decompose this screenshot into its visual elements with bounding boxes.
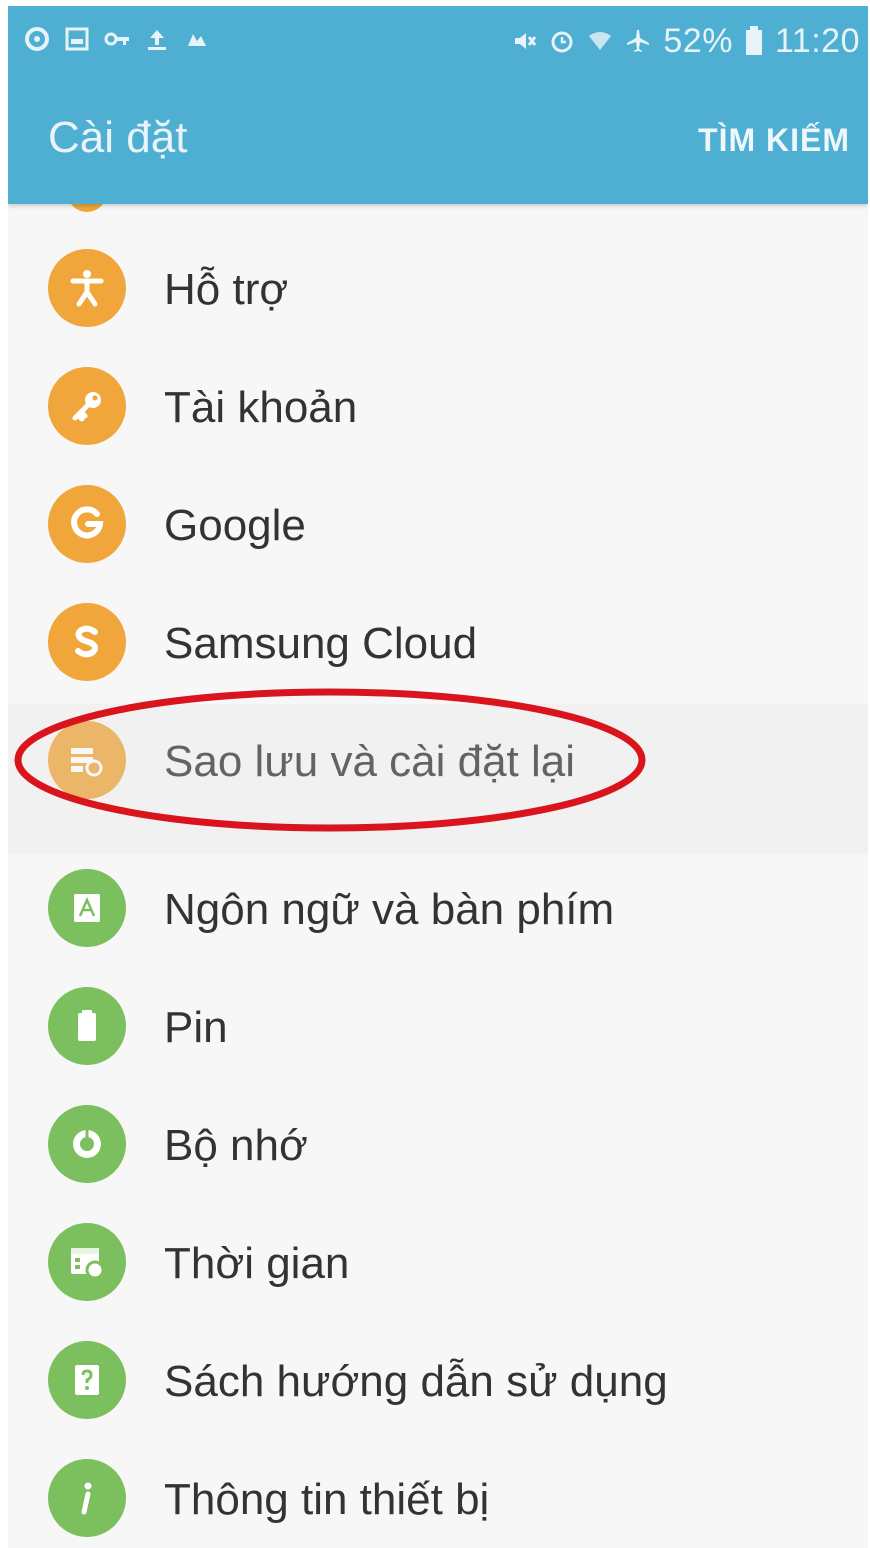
- settings-item-label: Sao lưu và cài đặt lại: [164, 737, 576, 786]
- settings-item-google[interactable]: Google: [8, 465, 868, 583]
- language-icon: [48, 869, 126, 947]
- settings-item-label: Sách hướng dẫn sử dụng: [164, 1357, 668, 1406]
- phone-screen: 52% 11:20 Cài đặt TÌM KIẾM Hỗ trợ Tài kh…: [8, 6, 868, 1548]
- settings-item-label: Thông tin thiết bị: [164, 1475, 490, 1524]
- info-icon: [48, 1459, 126, 1537]
- settings-item-backup-reset[interactable]: Sao lưu và cài đặt lại: [8, 701, 868, 819]
- settings-item-ho-tro[interactable]: Hỗ trợ: [8, 229, 868, 347]
- settings-item-user-manual[interactable]: Sách hướng dẫn sử dụng: [8, 1321, 868, 1439]
- clock: 11:20: [774, 22, 860, 60]
- key-icon: [48, 367, 126, 445]
- settings-item-label: Samsung Cloud: [164, 619, 478, 668]
- settings-item-label: Hỗ trợ: [164, 265, 289, 314]
- mute-icon: [515, 33, 537, 49]
- settings-item-samsung-cloud[interactable]: Samsung Cloud: [8, 583, 868, 701]
- settings-item-language[interactable]: Ngôn ngữ và bàn phím: [8, 849, 868, 967]
- battery-percent: 52%: [663, 22, 733, 60]
- settings-item-pin[interactable]: Pin: [8, 967, 868, 1085]
- settings-item-label: Ngôn ngữ và bàn phím: [164, 885, 615, 934]
- airplane-icon: [627, 30, 650, 52]
- settings-icon: [25, 27, 49, 51]
- image-icon: [65, 27, 89, 51]
- settings-item-tai-khoan[interactable]: Tài khoản: [8, 347, 868, 465]
- google-icon: [48, 485, 126, 563]
- battery-icon: [48, 987, 126, 1065]
- key-icon: [104, 32, 129, 46]
- settings-item-label: Google: [164, 501, 306, 550]
- wifi-icon: [589, 32, 612, 50]
- search-button[interactable]: TÌM KIẾM: [698, 118, 850, 162]
- page-title: Cài đặt: [48, 113, 188, 162]
- cloud-icon: [188, 34, 206, 46]
- accessibility-icon: [48, 249, 126, 327]
- settings-item-label: Pin: [164, 1003, 228, 1052]
- app-bar: 52% 11:20 Cài đặt TÌM KIẾM: [8, 6, 868, 204]
- storage-icon: [48, 1105, 126, 1183]
- status-bar: 52% 11:20: [8, 6, 868, 76]
- settings-item-label: Bộ nhớ: [164, 1121, 308, 1170]
- settings-item-storage[interactable]: Bộ nhớ: [8, 1085, 868, 1203]
- settings-item-label: Thời gian: [164, 1239, 350, 1288]
- settings-item-device-info[interactable]: Thông tin thiết bị: [8, 1439, 868, 1548]
- battery-icon: [745, 26, 762, 55]
- date-time-icon: [48, 1223, 126, 1301]
- settings-item-label: Tài khoản: [164, 383, 358, 432]
- alarm-icon: [551, 31, 573, 53]
- user-manual-icon: [48, 1341, 126, 1419]
- settings-item-date-time[interactable]: Thời gian: [8, 1203, 868, 1321]
- samsung-cloud-icon: [48, 603, 126, 681]
- backup-reset-icon: [48, 721, 126, 799]
- upload-icon: [148, 30, 166, 50]
